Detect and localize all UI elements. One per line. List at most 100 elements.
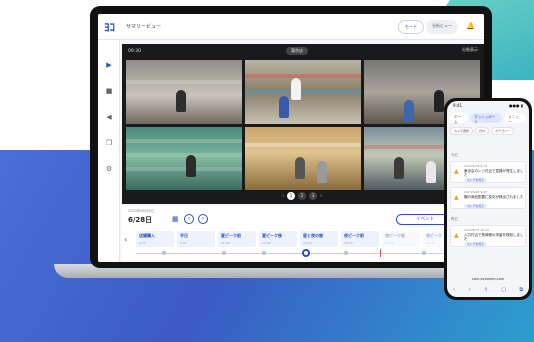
view-toggle: モード 分析ビュー bbox=[398, 19, 458, 34]
timeline-tick bbox=[422, 251, 426, 255]
gear-icon[interactable]: ⚙ bbox=[104, 164, 114, 174]
camera-pager: ‹ 1 2 3 › bbox=[282, 192, 322, 200]
timeline-segment[interactable]: 平日 9:00 bbox=[177, 231, 215, 247]
section-yesterday: 昨日 bbox=[451, 217, 458, 221]
alert-time: 2023/6/27 18:20 bbox=[464, 228, 489, 232]
video-wall: 09:30 東京店 分割表示 ‹ 1 2 3 › bbox=[122, 44, 484, 204]
timeline-panel: 2023年6月28日 6/28日 ▦ ‹ › イベント ‹ 店舗購入 9:30 … bbox=[122, 206, 484, 262]
filter-category[interactable]: カテゴリー bbox=[491, 127, 515, 135]
back-icon[interactable]: ‹ bbox=[453, 287, 455, 293]
segment-time: 18:00 bbox=[344, 241, 353, 245]
browser-nav: ‹ › ⇧ ▢ ⧉ bbox=[453, 287, 523, 293]
alert-link[interactable]: ストアを見る bbox=[464, 242, 487, 246]
timeline-tick bbox=[222, 251, 226, 255]
date-caption: 2023年6月28日 bbox=[128, 209, 155, 213]
segment-label: 夜ピーク後 bbox=[385, 233, 405, 238]
timeline-scrubber[interactable] bbox=[302, 249, 310, 257]
timeline-tick bbox=[262, 251, 266, 255]
alert-card[interactable]: ▲ 2023/6/28 9:30 東京店のレジ付近で混雑が発生しました ストアを… bbox=[450, 161, 526, 183]
camera-feed[interactable] bbox=[245, 126, 361, 190]
alert-card[interactable]: ▲ 2023/6/28 9:10 棚の商品配置に変化が検出されました ストアを見… bbox=[450, 187, 526, 209]
browser-url[interactable]: cam.example.com bbox=[447, 277, 529, 285]
toggle-mode[interactable]: モード bbox=[398, 19, 424, 34]
copy-icon[interactable]: ❐ bbox=[104, 138, 114, 148]
phone-filters: カメラ選択 日付 カテゴリー bbox=[450, 127, 528, 135]
bookmarks-icon[interactable]: ▢ bbox=[501, 287, 506, 293]
current-time-marker bbox=[380, 249, 381, 257]
camera-feed[interactable] bbox=[126, 126, 242, 190]
tab-home[interactable]: ホーム bbox=[450, 113, 469, 124]
tab-dashboard[interactable]: ダッシュボード bbox=[470, 113, 503, 124]
segment-label: 平日 bbox=[180, 233, 188, 238]
camera-icon[interactable]: ■ bbox=[104, 86, 114, 96]
segment-time: 9:00 bbox=[180, 241, 187, 245]
pager-next-icon[interactable]: › bbox=[320, 193, 322, 199]
tab-menu[interactable]: メニュー bbox=[504, 113, 526, 124]
bell-icon[interactable]: 🔔 bbox=[466, 22, 476, 32]
alert-link[interactable]: ストアを見る bbox=[464, 204, 487, 208]
warning-icon: ▲ bbox=[454, 194, 459, 201]
phone-time: 9:41 bbox=[453, 103, 462, 108]
alert-link[interactable]: ストアを見る bbox=[464, 178, 487, 182]
alert-card[interactable]: ▲ 2023/6/27 18:20 入口付近で長時間の滞留を検知しました ストア… bbox=[450, 225, 526, 247]
alert-time: 2023/6/28 9:30 bbox=[464, 164, 488, 168]
warning-icon: ▲ bbox=[454, 168, 459, 175]
alert-message: 入口付近で長時間の滞留を検知しました bbox=[464, 233, 524, 241]
app-logo: ﾖｺ bbox=[104, 20, 115, 34]
toggle-analysis[interactable]: 分析ビュー bbox=[426, 19, 458, 34]
segment-time: 11:00 bbox=[221, 241, 230, 245]
segment-label: 夏ピーク前 bbox=[221, 233, 241, 238]
page-dot[interactable]: 3 bbox=[309, 192, 317, 200]
timeline-tick bbox=[162, 251, 166, 255]
current-date: 6/28日 bbox=[128, 216, 153, 224]
segment-time: 14:00 bbox=[262, 241, 271, 245]
phone-status-bar: 9:41 ●●● ▮ bbox=[447, 101, 529, 111]
section-today: 今日 bbox=[451, 153, 458, 157]
segment-label: 夜ピーク前 bbox=[344, 233, 364, 238]
timeline-segment[interactable]: 昼と夜の間 16:00 bbox=[300, 231, 338, 247]
timeline-segment[interactable]: 夏ピーク後 14:00 bbox=[259, 231, 297, 247]
tabs-icon[interactable]: ⧉ bbox=[519, 287, 523, 293]
timeline-segment[interactable]: 夜ピーク後 20:00 bbox=[382, 231, 420, 247]
alert-message: 棚の商品配置に変化が検出されました bbox=[464, 195, 524, 199]
timeline-segment[interactable]: 夏ピーク前 11:00 bbox=[218, 231, 256, 247]
top-bar: ﾖｺ サマリービュー モード 分析ビュー 🔔 bbox=[98, 14, 484, 40]
video-time: 09:30 bbox=[128, 48, 141, 54]
share-icon[interactable]: ⇧ bbox=[484, 287, 488, 293]
signal-icon: ●●● ▮ bbox=[509, 103, 523, 108]
segment-time: 20:00 bbox=[385, 241, 394, 245]
warning-icon: ▲ bbox=[454, 232, 459, 239]
prev-day-button[interactable]: ‹ bbox=[184, 214, 194, 224]
timeline-segment[interactable]: 店舗購入 9:30 bbox=[136, 231, 174, 247]
alert-message: 東京店のレジ付近で混雑が発生しました bbox=[464, 169, 524, 177]
segment-label: 夏ピーク後 bbox=[262, 233, 282, 238]
phone-screen: 9:41 ●●● ▮ ホーム ダッシュボード メニュー カメラ選択 日付 カテゴ… bbox=[447, 101, 529, 297]
page-dot[interactable]: 1 bbox=[287, 192, 295, 200]
next-day-button[interactable]: › bbox=[198, 214, 208, 224]
pager-prev-icon[interactable]: ‹ bbox=[282, 193, 284, 199]
forward-icon[interactable]: › bbox=[468, 287, 470, 293]
segment-time: 16:00 bbox=[303, 241, 312, 245]
calendar-icon[interactable]: ▦ bbox=[172, 215, 179, 223]
timeline-track[interactable] bbox=[136, 253, 484, 254]
sidebar: ▶ ■ ◀ ❐ ⚙ ﾅ bbox=[98, 40, 120, 262]
timeline-segment[interactable]: 夜ピーク前 18:00 bbox=[341, 231, 379, 247]
timeline-tick bbox=[344, 251, 348, 255]
alert-time: 2023/6/28 9:10 bbox=[464, 190, 488, 194]
layout-label[interactable]: 分割表示 bbox=[462, 47, 478, 53]
segment-label: 店舗購入 bbox=[139, 233, 155, 238]
page-title: サマリービュー bbox=[126, 24, 162, 30]
timeline-prev-icon[interactable]: ‹ bbox=[124, 235, 127, 244]
camera-feed[interactable] bbox=[126, 60, 242, 124]
page-dot[interactable]: 2 bbox=[298, 192, 306, 200]
play-icon[interactable]: ▶ bbox=[104, 60, 114, 70]
camera-grid bbox=[126, 60, 480, 190]
segment-time: 9:30 bbox=[139, 241, 146, 245]
camera-feed[interactable] bbox=[245, 60, 361, 124]
laptop-screen: ﾖｺ サマリービュー モード 分析ビュー 🔔 ▶ ■ ◀ ❐ ⚙ ﾅ 09:30… bbox=[98, 14, 484, 262]
filter-date[interactable]: 日付 bbox=[475, 127, 490, 135]
laptop: ﾖｺ サマリービュー モード 分析ビュー 🔔 ▶ ■ ◀ ❐ ⚙ ﾅ 09:30… bbox=[90, 6, 492, 268]
speaker-icon[interactable]: ◀ bbox=[104, 112, 114, 122]
store-select[interactable]: 東京店 bbox=[286, 47, 308, 55]
filter-camera[interactable]: カメラ選択 bbox=[450, 127, 474, 135]
